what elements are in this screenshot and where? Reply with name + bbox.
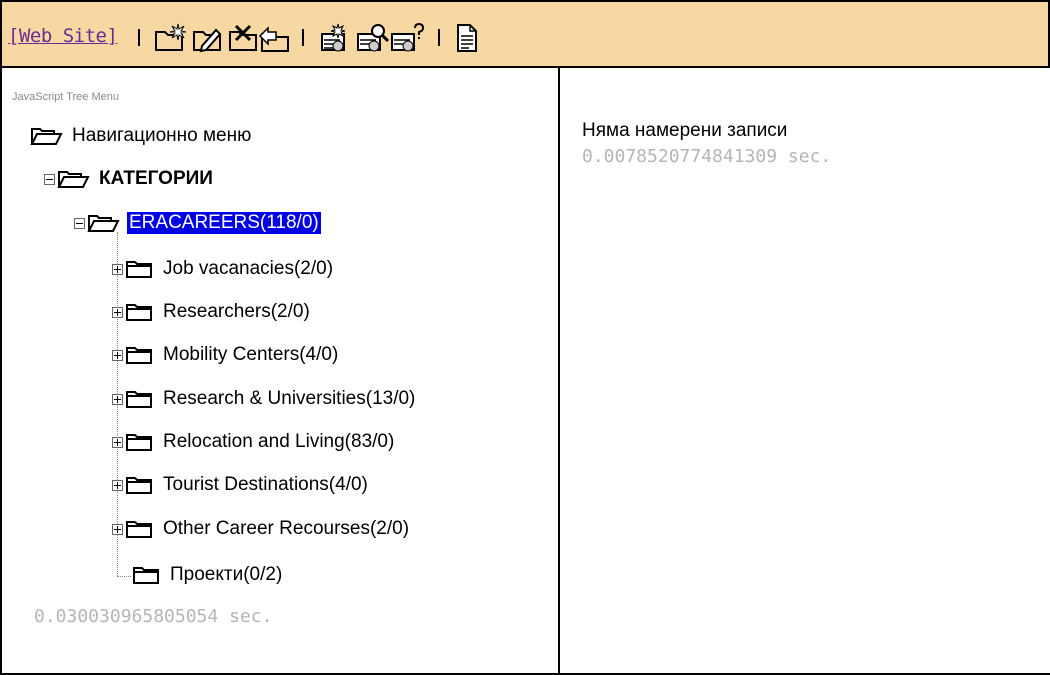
tree-item[interactable]: Relocation and Living(83/0) — [112, 427, 394, 457]
move-folder-icon[interactable] — [258, 22, 292, 54]
collapse-toggle[interactable] — [74, 217, 85, 229]
folder-icon — [126, 391, 152, 408]
toolbar-separator — [302, 29, 304, 46]
new-folder-icon[interactable] — [154, 22, 188, 54]
tree-item-label: Relocation and Living(83/0) — [163, 431, 395, 452]
expand-toggle[interactable] — [112, 393, 123, 405]
tree-timing: 0.030030965805054 sec. — [34, 606, 273, 627]
folder-icon — [126, 347, 152, 364]
help-record-icon[interactable] — [390, 22, 425, 54]
tree-item[interactable]: Research & Universities(13/0) — [112, 384, 415, 414]
tree-item-label: Job vacanacies(2/0) — [163, 258, 334, 279]
content-pane: Няма намерени записи 0.0078520774841309 … — [558, 68, 1050, 673]
tree-item-label: Проекти(0/2) — [170, 564, 283, 585]
new-record-icon[interactable] — [318, 22, 352, 54]
tree-node-label-selected: ERACAREERS(118/0) — [127, 212, 321, 234]
expand-toggle[interactable] — [112, 349, 123, 361]
delete-folder-icon[interactable] — [228, 22, 262, 54]
folder-icon — [126, 261, 152, 278]
folder-icon — [133, 567, 159, 584]
content-timing: 0.0078520774841309 sec. — [582, 146, 832, 167]
collapse-toggle[interactable] — [44, 173, 55, 185]
toolbar-separator — [138, 29, 140, 46]
tree-node-categories[interactable]: КАТЕГОРИИ — [44, 164, 213, 194]
tree-caption: JavaScript Tree Menu — [12, 91, 119, 103]
tree-pane: JavaScript Tree Menu Навигационно меню К… — [2, 68, 554, 673]
tree-item[interactable]: Researchers(2/0) — [112, 297, 310, 327]
tree-item-label: Other Career Recourses(2/0) — [163, 518, 410, 539]
tree-connector — [117, 576, 131, 577]
tree-item-label: Mobility Centers(4/0) — [163, 344, 339, 365]
toolbar: [Web Site] — [2, 2, 1048, 68]
tree-node-selected[interactable]: ERACAREERS(118/0) — [74, 208, 321, 238]
expand-toggle[interactable] — [112, 436, 123, 448]
tree-item-label: Research & Universities(13/0) — [163, 388, 416, 409]
expand-toggle[interactable] — [112, 523, 123, 535]
folder-icon — [126, 304, 152, 321]
tree-item[interactable]: Other Career Recourses(2/0) — [112, 514, 409, 544]
folder-icon — [126, 477, 152, 494]
tree-item[interactable]: Job vacanacies(2/0) — [112, 254, 333, 284]
open-folder-icon — [57, 171, 90, 188]
folder-icon — [126, 521, 152, 538]
tree-item-last[interactable]: Проекти(0/2) — [132, 560, 282, 590]
tree-item-label: Tourist Destinations(4/0) — [163, 474, 368, 495]
tree-item[interactable]: Tourist Destinations(4/0) — [112, 470, 368, 500]
tree-root-label: Навигационно меню — [72, 125, 252, 146]
edit-folder-icon[interactable] — [192, 22, 226, 54]
tree-item-label: Researchers(2/0) — [163, 301, 310, 322]
tree-node-label: КАТЕГОРИИ — [99, 168, 213, 189]
tree-item[interactable]: Mobility Centers(4/0) — [112, 340, 338, 370]
tree-root[interactable]: Навигационно меню — [30, 121, 251, 151]
expand-toggle[interactable] — [112, 306, 123, 318]
open-folder-icon — [87, 215, 120, 232]
open-folder-icon — [30, 128, 63, 145]
expand-toggle[interactable] — [112, 263, 123, 275]
web-site-link[interactable]: [Web Site] — [8, 25, 118, 47]
document-icon[interactable] — [450, 22, 484, 54]
search-record-icon[interactable] — [356, 22, 390, 54]
app-frame: [Web Site] JavaScript Tree Menu Навигаци… — [0, 0, 1050, 675]
no-records-message: Няма намерени записи — [582, 120, 788, 141]
toolbar-separator — [438, 29, 440, 46]
folder-icon — [126, 434, 152, 451]
expand-toggle[interactable] — [112, 479, 123, 491]
